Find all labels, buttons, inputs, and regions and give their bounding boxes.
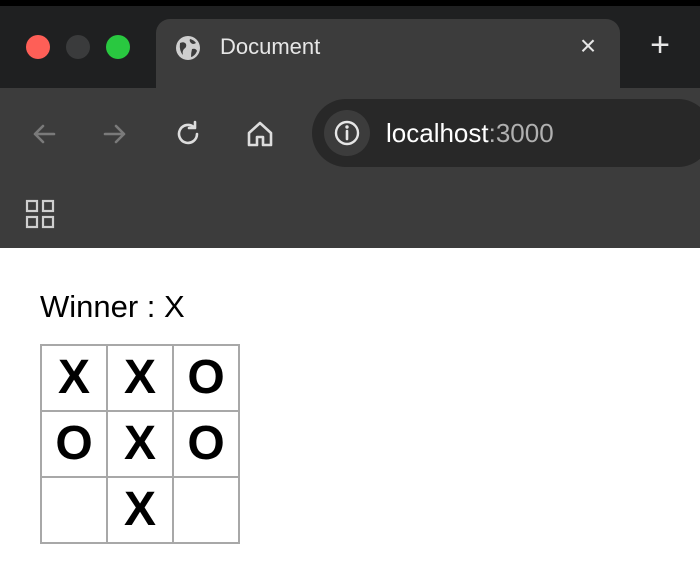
url-host: localhost (386, 118, 489, 148)
forward-arrow-icon[interactable] (99, 118, 131, 150)
winner-status: Winner : X (40, 289, 185, 324)
maximize-window-button[interactable] (106, 35, 130, 59)
board-cell[interactable] (40, 476, 108, 544)
tic-tac-toe-board: X X O O X O X (40, 344, 240, 544)
board-cell[interactable]: O (172, 344, 240, 412)
apps-grid-icon[interactable] (24, 198, 56, 230)
site-info-button[interactable] (324, 110, 370, 156)
page-content: Winner : X X X O O X O X (0, 248, 700, 576)
globe-icon (176, 36, 200, 60)
board-cell[interactable]: O (40, 410, 108, 478)
board-cell[interactable]: X (40, 344, 108, 412)
close-tab-icon[interactable]: × (574, 32, 602, 60)
minimize-window-button[interactable] (66, 35, 90, 59)
board-row: O X O (40, 410, 240, 478)
tab-title: Document (220, 34, 321, 59)
address-url[interactable]: localhost:3000 (386, 117, 554, 149)
board-cell[interactable] (172, 476, 240, 544)
window-top-edge (0, 0, 700, 6)
back-arrow-icon[interactable] (28, 118, 60, 150)
board-row: X (40, 476, 240, 544)
browser-toolbar: localhost:3000 (0, 88, 700, 248)
home-icon[interactable] (244, 118, 276, 150)
new-tab-button[interactable]: + (645, 28, 675, 62)
browser-titlebar: Document × + (0, 0, 700, 88)
close-window-button[interactable] (26, 35, 50, 59)
board-cell[interactable]: X (106, 344, 174, 412)
board-cell[interactable]: X (106, 410, 174, 478)
board-row: X X O (40, 344, 240, 412)
board-cell[interactable]: O (172, 410, 240, 478)
url-port: :3000 (488, 118, 554, 148)
board-cell[interactable]: X (106, 476, 174, 544)
browser-tab[interactable]: Document × (156, 19, 620, 88)
info-icon (334, 120, 360, 146)
reload-icon[interactable] (172, 118, 204, 150)
address-bar[interactable]: localhost:3000 (312, 99, 700, 167)
